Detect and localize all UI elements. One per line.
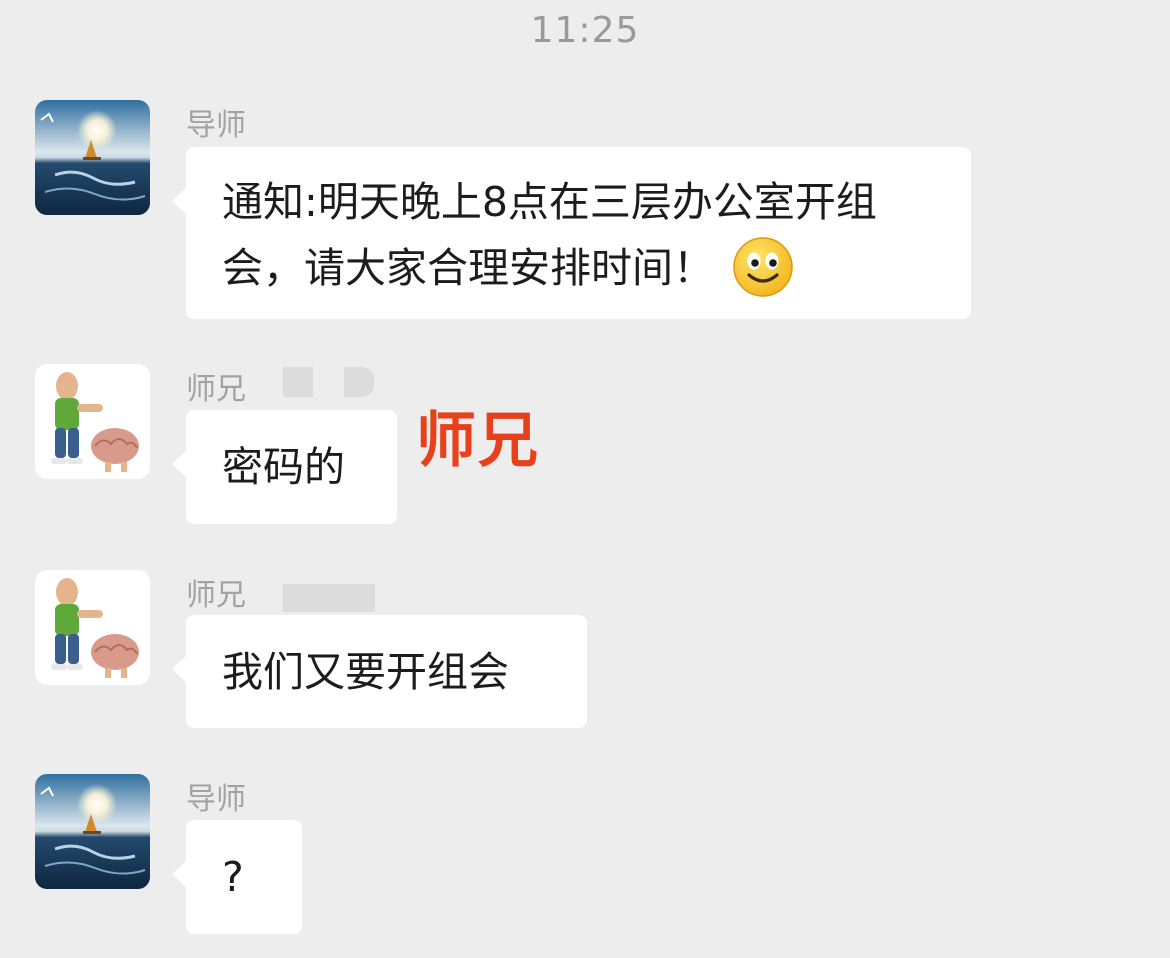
message-text: ? [222,853,244,901]
message-text: 我们又要开组会 [222,648,509,696]
ocean-sailboat-avatar[interactable] [35,100,150,215]
message-text: 密码的 [222,443,345,491]
sender-name: 导师 [186,782,246,817]
sender-name: 师兄 [186,578,246,613]
message-bubble[interactable]: ? [172,820,302,934]
message-bubble[interactable]: 我们又要开组会 [172,615,587,728]
message-timestamp: 11:25 [530,10,640,51]
man-with-brain-avatar[interactable] [35,570,150,685]
man-with-brain-avatar[interactable] [35,364,150,479]
ocean-sailboat-avatar[interactable] [35,774,150,889]
redacted-region [283,584,375,612]
sender-name: 师兄 [186,372,246,407]
message-bubble[interactable]: 密码的 [172,410,397,524]
redacted-region [344,367,374,397]
smile-emoji-icon [733,237,793,297]
red-annotation-label: 师兄 [416,406,540,476]
redacted-region [283,367,313,397]
sender-name: 导师 [186,108,246,143]
message-bubble[interactable]: 通知:明天晚上8点在三层办公室开组会，请大家合理安排时间！ [172,147,971,319]
